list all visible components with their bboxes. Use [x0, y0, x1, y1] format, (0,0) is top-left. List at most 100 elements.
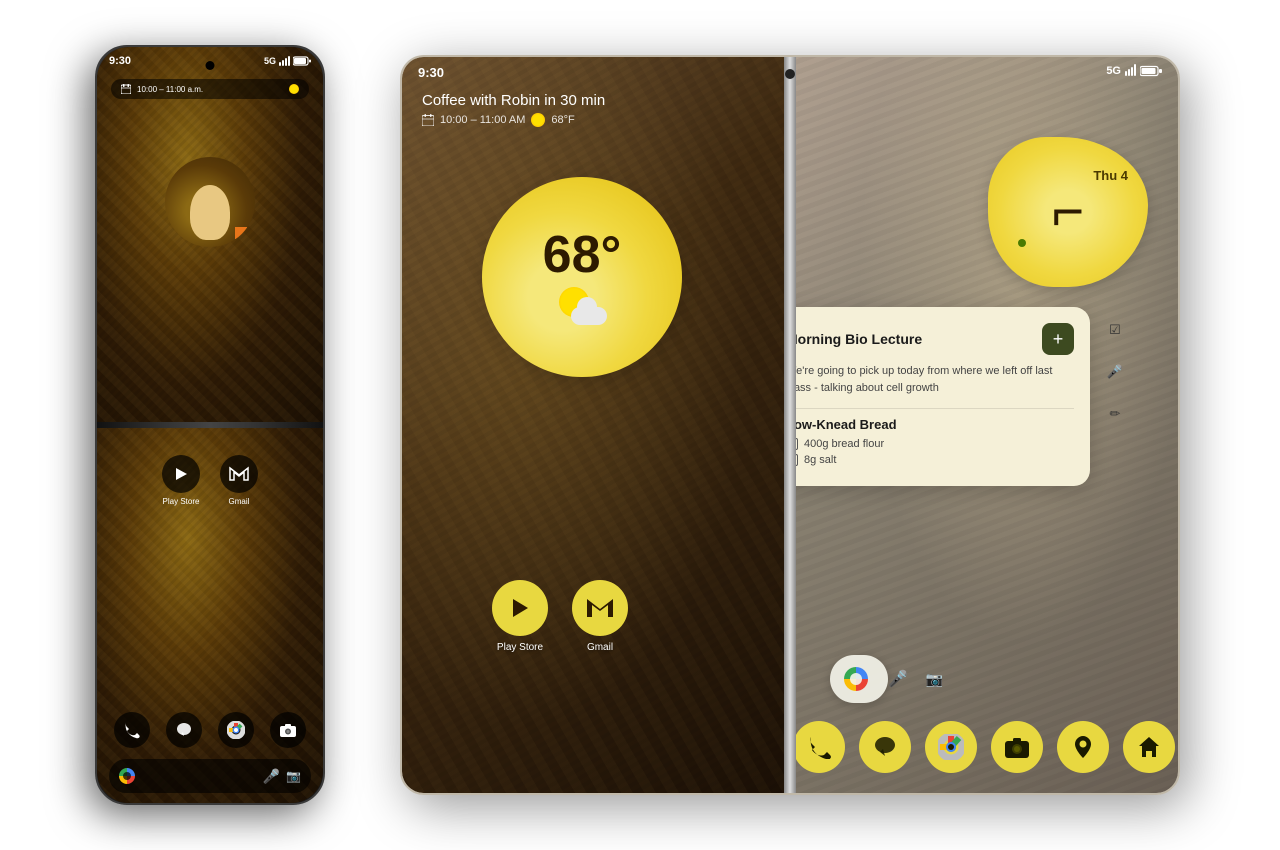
phone-notif-time: 10:00 – 11:00 a.m. [137, 85, 203, 94]
tablet-checklist-item-0: 400g bread flour [790, 438, 1074, 450]
phone-messages-icon [175, 721, 193, 739]
tablet-weather-icon [557, 285, 607, 325]
phone-mic-icon[interactable]: 🎤 [263, 768, 280, 785]
phone-call-icon [123, 721, 141, 739]
phone-gmail-icon [229, 466, 249, 482]
tablet-open: 9:30 Coffee with Robin in 30 min 10:00 –… [390, 45, 1190, 805]
tablet-weather-widget: 68° [482, 177, 682, 377]
tablet-notification: Coffee with Robin in 30 min 10:00 – 11:0… [422, 92, 605, 127]
tablet-5g-label: 5G [1106, 65, 1121, 77]
tablet-notif-sub: 10:00 – 11:00 AM 68°F [422, 113, 605, 127]
phone-playstore-label: Play Store [163, 497, 200, 506]
tablet-notes-pencil-icon[interactable]: ✏ [1102, 401, 1128, 427]
tablet-search-bar[interactable]: 🎤 📷 [830, 655, 888, 703]
phone-notification-pill: 10:00 – 11:00 a.m. [111, 79, 309, 99]
tablet-dock-camera[interactable] [991, 721, 1043, 773]
tablet-playstore-label: Play Store [497, 642, 543, 653]
tablet-left-wallpaper [402, 57, 790, 793]
tablet-notes-mic-icon[interactable]: 🎤 [1102, 359, 1128, 385]
tablet-notes-title-2: Low-Knead Bread [790, 417, 1074, 432]
tablet-chrome-icon [938, 734, 964, 760]
phone-dock-phone[interactable] [114, 712, 150, 748]
tablet-left-screen: 9:30 Coffee with Robin in 30 min 10:00 –… [402, 57, 790, 793]
tablet-hinge [784, 57, 796, 793]
tablet-notif-weather: 68°F [551, 114, 574, 126]
tablet-gmail-label: Gmail [587, 642, 613, 653]
phone-dock-chrome[interactable] [218, 712, 254, 748]
tablet-checklist-text-0: 400g bread flour [804, 438, 884, 450]
tablet-camera-icon [1004, 734, 1030, 760]
tablet-home-icon [1136, 734, 1162, 760]
tablet-notif-title: Coffee with Robin in 30 min [422, 92, 605, 109]
tablet-google-g-icon [844, 667, 868, 691]
tablet-dock-chrome[interactable] [925, 721, 977, 773]
tablet-dock-messages[interactable] [859, 721, 911, 773]
tablet-maps-icon [1072, 734, 1094, 760]
tablet-time: 9:30 [418, 65, 444, 80]
phone-screen-top: 9:30 5G [97, 47, 323, 425]
tablet-statusbar-right: 5G [806, 65, 1162, 77]
phone-status-icons: 5G [264, 56, 311, 66]
phone-hinge [97, 422, 323, 428]
tablet-gmail-circle [572, 580, 628, 636]
tablet-playstore-circle [492, 580, 548, 636]
phone-battery-icon [293, 56, 311, 66]
phone-dock [97, 712, 323, 748]
phone-screen-bottom: Play Store Gmail [97, 425, 323, 803]
tablet-cloud-shape [571, 307, 607, 325]
tablet-clock-time: ⌐ [1052, 183, 1085, 239]
tablet-right-screen: 5G [790, 57, 1178, 793]
tablet-checklist-item-1: 8g salt [790, 454, 1074, 466]
phone-time: 9:30 [109, 55, 131, 67]
tablet-playstore-icon [508, 596, 532, 620]
phone-dock-messages[interactable] [166, 712, 202, 748]
tablet-statusbar: 9:30 [418, 65, 774, 80]
phone-chrome-icon [227, 721, 245, 739]
tablet-app-playstore[interactable]: Play Store [492, 580, 548, 653]
tablet-notif-sun-icon [531, 113, 545, 127]
tablet-dock-home[interactable] [1123, 721, 1175, 773]
tablet-gmail-icon [586, 597, 614, 619]
phone-avatar-widget [165, 157, 255, 247]
tablet-app-row: Play Store Gmail [492, 580, 628, 653]
scene: 9:30 5G [0, 0, 1280, 850]
tablet-app-gmail[interactable]: Gmail [572, 580, 628, 653]
tablet-dock-phone[interactable] [793, 721, 845, 773]
tablet-messages-icon [872, 734, 898, 760]
tablet-notes-body-1: We're going to pick up today from where … [790, 363, 1074, 396]
tablet-notes-add-btn[interactable]: + [1042, 323, 1074, 355]
phone-playstore-circle [162, 455, 200, 493]
tablet-notes-title-1: Morning Bio Lecture [790, 331, 922, 347]
tablet-dock-maps[interactable] [1057, 721, 1109, 773]
phone-search-bar[interactable]: 🎤 📷 [109, 759, 311, 793]
tablet-notes-plus-icon: + [1053, 329, 1064, 350]
tablet-signal-icon [1125, 66, 1136, 76]
tablet-search-camera-icon[interactable]: 📷 [926, 671, 943, 688]
phone-camera-search-icon[interactable]: 📷 [286, 769, 301, 783]
tablet-notes-checkbox-icon[interactable]: ☑ [1102, 317, 1128, 343]
phone-gmail-circle [220, 455, 258, 493]
tablet-clock-dot [1018, 239, 1026, 247]
tablet-notes-side-icons: ☑ 🎤 ✏ [1102, 317, 1128, 427]
phone-avatar-figure [190, 185, 230, 240]
phone-gmail-label: Gmail [229, 497, 250, 506]
phone-app-playstore[interactable]: Play Store [162, 455, 200, 506]
tablet-battery-icon [1140, 65, 1162, 77]
tablet-notes-widget: Morning Bio Lecture + ☑ 🎤 [790, 307, 1090, 486]
phone-dock-camera[interactable] [270, 712, 306, 748]
phone-app-icons-row: Play Store Gmail [97, 455, 323, 506]
tablet-body: 9:30 Coffee with Robin in 30 min 10:00 –… [400, 55, 1180, 795]
phone-playstore-icon [172, 465, 190, 483]
tablet-clock-day: Thu 4 [1093, 168, 1148, 183]
phone-google-g-icon [119, 768, 135, 784]
phone-body: 9:30 5G [95, 45, 325, 805]
phone-app-gmail[interactable]: Gmail [220, 455, 258, 506]
phone-camera-dot [206, 61, 215, 70]
phone-avatar-dot [235, 227, 247, 239]
phone-5g-icon: 5G [264, 56, 276, 66]
phone-signal-icon [279, 56, 290, 66]
phone-calendar-icon [121, 84, 131, 94]
phone-closed: 9:30 5G [90, 35, 330, 815]
tablet-notes-divider [790, 408, 1074, 409]
tablet-search-mic-icon[interactable]: 🎤 [888, 669, 908, 689]
